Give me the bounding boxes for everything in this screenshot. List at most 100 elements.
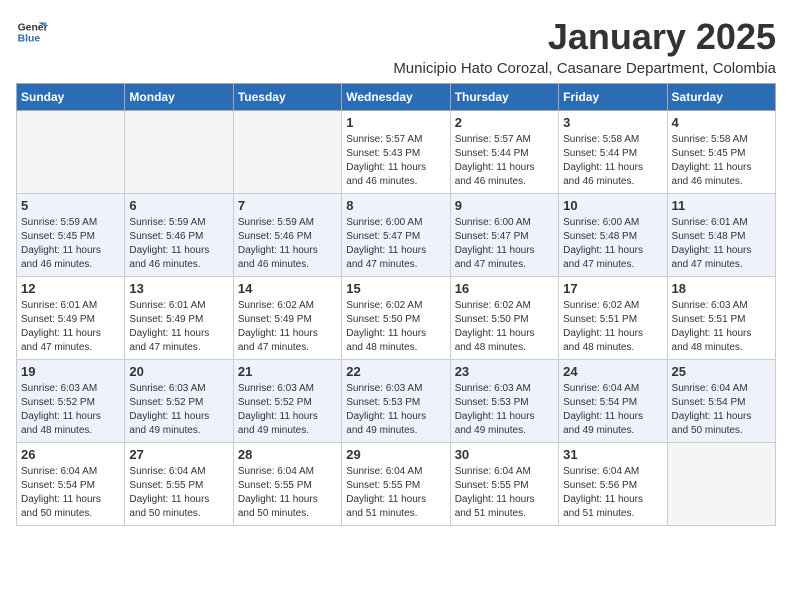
day-info: Sunrise: 5:59 AM Sunset: 5:45 PM Dayligh… xyxy=(21,216,120,272)
calendar-header-row: Sunday Monday Tuesday Wednesday Thursday… xyxy=(17,84,776,111)
calendar: Sunday Monday Tuesday Wednesday Thursday… xyxy=(16,83,776,526)
logo-icon: General Blue xyxy=(16,16,48,48)
day-number: 23 xyxy=(455,364,554,379)
day-number: 25 xyxy=(672,364,771,379)
title-area: January 2025 Municipio Hato Corozal, Cas… xyxy=(393,16,776,77)
day-number: 18 xyxy=(672,281,771,296)
logo: General Blue xyxy=(16,16,48,48)
day-number: 4 xyxy=(672,115,771,130)
table-row xyxy=(233,111,341,194)
day-info: Sunrise: 5:57 AM Sunset: 5:43 PM Dayligh… xyxy=(346,133,445,189)
day-number: 21 xyxy=(238,364,337,379)
table-row: 13 Sunrise: 6:01 AM Sunset: 5:49 PM Dayli… xyxy=(125,277,233,360)
day-info: Sunrise: 6:04 AM Sunset: 5:56 PM Dayligh… xyxy=(563,465,662,521)
day-number: 8 xyxy=(346,198,445,213)
day-info: Sunrise: 6:03 AM Sunset: 5:52 PM Dayligh… xyxy=(129,382,228,438)
table-row: 26Sunrise: 6:04 AM Sunset: 5:54 PM Dayli… xyxy=(17,443,125,526)
col-friday: Friday xyxy=(559,84,667,111)
day-info: Sunrise: 6:00 AM Sunset: 5:47 PM Dayligh… xyxy=(346,216,445,272)
table-row xyxy=(125,111,233,194)
table-row: 3Sunrise: 5:58 AM Sunset: 5:44 PM Daylig… xyxy=(559,111,667,194)
table-row: 10 Sunrise: 6:00 AM Sunset: 5:48 PM Dayli… xyxy=(559,194,667,277)
col-thursday: Thursday xyxy=(450,84,558,111)
day-info: Sunrise: 6:00 AM Sunset: 5:48 PM Dayligh… xyxy=(563,216,662,272)
day-number: 24 xyxy=(563,364,662,379)
day-info: Sunrise: 6:03 AM Sunset: 5:53 PM Dayligh… xyxy=(346,382,445,438)
col-tuesday: Tuesday xyxy=(233,84,341,111)
day-number: 19 xyxy=(21,364,120,379)
table-row: 7 Sunrise: 5:59 AM Sunset: 5:46 PM Daylig… xyxy=(233,194,341,277)
day-info: Sunrise: 5:58 AM Sunset: 5:44 PM Dayligh… xyxy=(563,133,662,189)
table-row: 29 Sunrise: 6:04 AM Sunset: 5:55 PM Dayli… xyxy=(342,443,450,526)
day-info: Sunrise: 6:03 AM Sunset: 5:52 PM Dayligh… xyxy=(21,382,120,438)
day-info: Sunrise: 6:04 AM Sunset: 5:55 PM Dayligh… xyxy=(346,465,445,521)
day-info: Sunrise: 5:59 AM Sunset: 5:46 PM Dayligh… xyxy=(129,216,228,272)
day-info: Sunrise: 6:00 AM Sunset: 5:47 PM Dayligh… xyxy=(455,216,554,272)
day-number: 10 xyxy=(563,198,662,213)
day-info: Sunrise: 6:04 AM Sunset: 5:55 PM Dayligh… xyxy=(238,465,337,521)
day-info: Sunrise: 6:02 AM Sunset: 5:51 PM Dayligh… xyxy=(563,299,662,355)
day-info: Sunrise: 5:58 AM Sunset: 5:45 PM Dayligh… xyxy=(672,133,771,189)
day-number: 1 xyxy=(346,115,445,130)
table-row: 2Sunrise: 5:57 AM Sunset: 5:44 PM Daylig… xyxy=(450,111,558,194)
header: General Blue January 2025 Municipio Hato… xyxy=(16,16,776,77)
day-info: Sunrise: 6:04 AM Sunset: 5:55 PM Dayligh… xyxy=(455,465,554,521)
day-info: Sunrise: 6:04 AM Sunset: 5:54 PM Dayligh… xyxy=(672,382,771,438)
day-number: 29 xyxy=(346,447,445,462)
day-info: Sunrise: 6:01 AM Sunset: 5:49 PM Dayligh… xyxy=(129,299,228,355)
day-info: Sunrise: 6:02 AM Sunset: 5:49 PM Dayligh… xyxy=(238,299,337,355)
table-row: 22Sunrise: 6:03 AM Sunset: 5:53 PM Dayli… xyxy=(342,360,450,443)
month-title: January 2025 xyxy=(393,16,776,58)
table-row: 18 Sunrise: 6:03 AM Sunset: 5:51 PM Dayli… xyxy=(667,277,775,360)
table-row: 14 Sunrise: 6:02 AM Sunset: 5:49 PM Dayli… xyxy=(233,277,341,360)
day-info: Sunrise: 6:04 AM Sunset: 5:55 PM Dayligh… xyxy=(129,465,228,521)
table-row: 11Sunrise: 6:01 AM Sunset: 5:48 PM Dayli… xyxy=(667,194,775,277)
day-number: 13 xyxy=(129,281,228,296)
table-row: 8 Sunrise: 6:00 AM Sunset: 5:47 PM Daylig… xyxy=(342,194,450,277)
calendar-week-row: 1 Sunrise: 5:57 AM Sunset: 5:43 PM Daylig… xyxy=(17,111,776,194)
col-saturday: Saturday xyxy=(667,84,775,111)
day-info: Sunrise: 6:01 AM Sunset: 5:49 PM Dayligh… xyxy=(21,299,120,355)
day-number: 14 xyxy=(238,281,337,296)
day-info: Sunrise: 6:02 AM Sunset: 5:50 PM Dayligh… xyxy=(346,299,445,355)
day-info: Sunrise: 6:04 AM Sunset: 5:54 PM Dayligh… xyxy=(21,465,120,521)
day-number: 6 xyxy=(129,198,228,213)
svg-text:Blue: Blue xyxy=(18,34,41,45)
day-info: Sunrise: 6:03 AM Sunset: 5:51 PM Dayligh… xyxy=(672,299,771,355)
calendar-week-row: 26Sunrise: 6:04 AM Sunset: 5:54 PM Dayli… xyxy=(17,443,776,526)
table-row: 30 Sunrise: 6:04 AM Sunset: 5:55 PM Dayli… xyxy=(450,443,558,526)
day-number: 17 xyxy=(563,281,662,296)
table-row: 27 Sunrise: 6:04 AM Sunset: 5:55 PM Dayli… xyxy=(125,443,233,526)
table-row: 24Sunrise: 6:04 AM Sunset: 5:54 PM Dayli… xyxy=(559,360,667,443)
day-info: Sunrise: 6:03 AM Sunset: 5:53 PM Dayligh… xyxy=(455,382,554,438)
table-row: 15 Sunrise: 6:02 AM Sunset: 5:50 PM Dayli… xyxy=(342,277,450,360)
day-info: Sunrise: 6:02 AM Sunset: 5:50 PM Dayligh… xyxy=(455,299,554,355)
location-subtitle: Municipio Hato Corozal, Casanare Departm… xyxy=(393,60,776,77)
table-row: 28 Sunrise: 6:04 AM Sunset: 5:55 PM Dayli… xyxy=(233,443,341,526)
table-row: 9Sunrise: 6:00 AM Sunset: 5:47 PM Daylig… xyxy=(450,194,558,277)
table-row: 17 Sunrise: 6:02 AM Sunset: 5:51 PM Dayli… xyxy=(559,277,667,360)
day-number: 28 xyxy=(238,447,337,462)
table-row: 12 Sunrise: 6:01 AM Sunset: 5:49 PM Dayli… xyxy=(17,277,125,360)
table-row: 19 Sunrise: 6:03 AM Sunset: 5:52 PM Dayli… xyxy=(17,360,125,443)
day-info: Sunrise: 5:57 AM Sunset: 5:44 PM Dayligh… xyxy=(455,133,554,189)
table-row xyxy=(667,443,775,526)
calendar-week-row: 5Sunrise: 5:59 AM Sunset: 5:45 PM Daylig… xyxy=(17,194,776,277)
day-number: 16 xyxy=(455,281,554,296)
col-wednesday: Wednesday xyxy=(342,84,450,111)
col-sunday: Sunday xyxy=(17,84,125,111)
day-number: 30 xyxy=(455,447,554,462)
day-number: 15 xyxy=(346,281,445,296)
table-row: 31Sunrise: 6:04 AM Sunset: 5:56 PM Dayli… xyxy=(559,443,667,526)
table-row: 1 Sunrise: 5:57 AM Sunset: 5:43 PM Daylig… xyxy=(342,111,450,194)
day-info: Sunrise: 5:59 AM Sunset: 5:46 PM Dayligh… xyxy=(238,216,337,272)
table-row: 5Sunrise: 5:59 AM Sunset: 5:45 PM Daylig… xyxy=(17,194,125,277)
calendar-week-row: 19 Sunrise: 6:03 AM Sunset: 5:52 PM Dayli… xyxy=(17,360,776,443)
day-info: Sunrise: 6:01 AM Sunset: 5:48 PM Dayligh… xyxy=(672,216,771,272)
day-number: 7 xyxy=(238,198,337,213)
day-info: Sunrise: 6:03 AM Sunset: 5:52 PM Dayligh… xyxy=(238,382,337,438)
table-row: 21 Sunrise: 6:03 AM Sunset: 5:52 PM Dayli… xyxy=(233,360,341,443)
table-row: 23 Sunrise: 6:03 AM Sunset: 5:53 PM Dayli… xyxy=(450,360,558,443)
day-number: 12 xyxy=(21,281,120,296)
day-number: 27 xyxy=(129,447,228,462)
